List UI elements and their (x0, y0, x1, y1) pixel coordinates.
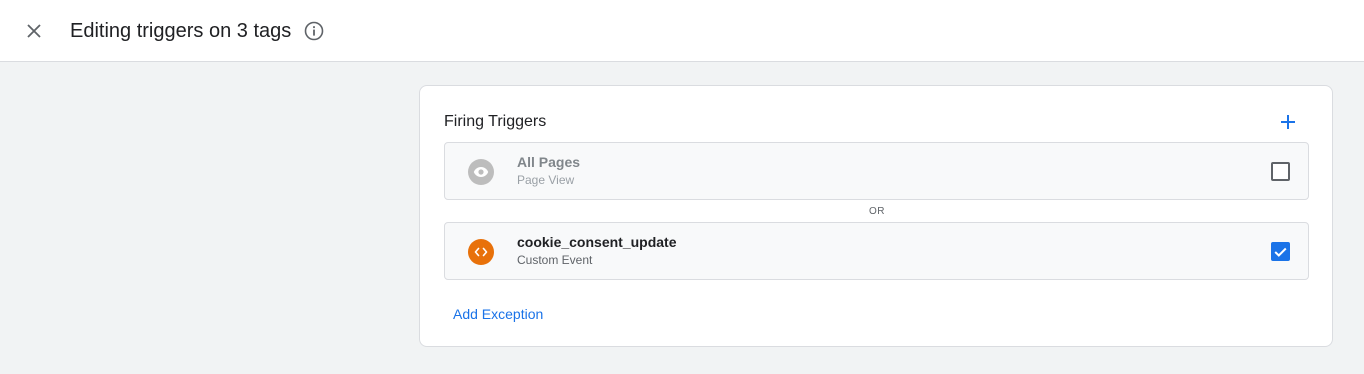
trigger-row-cookie-consent-update[interactable]: cookie_consent_update Custom Event (444, 222, 1309, 280)
trigger-name: cookie_consent_update (517, 234, 677, 250)
eye-icon (473, 167, 489, 177)
code-icon (474, 247, 488, 257)
or-separator: OR (869, 206, 885, 217)
plus-icon (1281, 115, 1295, 129)
card-title: Firing Triggers (444, 113, 547, 130)
close-button[interactable] (19, 16, 49, 46)
trigger-checkbox-cookie-consent-update[interactable] (1271, 242, 1290, 261)
trigger-type: Page View (517, 173, 575, 187)
add-exception-link[interactable]: Add Exception (453, 305, 543, 323)
trigger-type-badge (468, 239, 494, 265)
trigger-type: Custom Event (517, 253, 593, 267)
firing-triggers-card: Firing Triggers All Pages Page View OR c… (419, 85, 1333, 347)
trigger-checkbox-all-pages[interactable] (1271, 162, 1290, 181)
close-icon (27, 24, 41, 38)
info-button[interactable] (303, 20, 325, 42)
trigger-name: All Pages (517, 154, 581, 170)
add-trigger-button[interactable] (1276, 110, 1300, 134)
page-title: Editing triggers on 3 tags (70, 20, 292, 42)
trigger-type-badge (468, 159, 494, 185)
info-icon (304, 21, 324, 41)
trigger-row-all-pages[interactable]: All Pages Page View (444, 142, 1309, 200)
header-bar: Editing triggers on 3 tags (0, 0, 1364, 62)
check-icon (1274, 247, 1287, 257)
